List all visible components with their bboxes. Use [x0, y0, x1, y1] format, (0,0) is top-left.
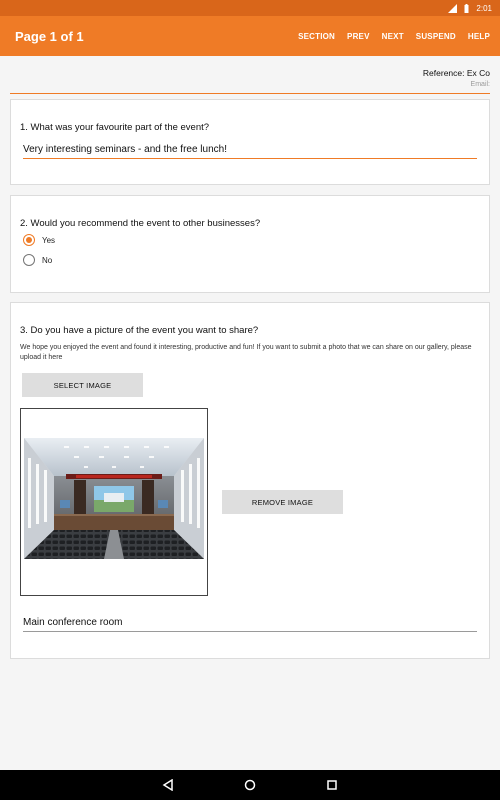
question-3-description: We hope you enjoyed the event and found … — [20, 344, 472, 361]
question-card-2: 2. Would you recommend the event to othe… — [10, 195, 490, 293]
reference-header: Reference: Ex Co Email: — [423, 68, 490, 88]
question-1-answer-input[interactable] — [23, 141, 477, 159]
battery-icon — [462, 3, 471, 13]
question-card-3: 3. Do you have a picture of the event yo… — [10, 302, 490, 659]
page-title: Page 1 of 1 — [15, 28, 84, 44]
email-label: Email: — [470, 81, 490, 88]
app-bar-actions: SECTION PREV NEXT SUSPEND HELP — [292, 28, 496, 45]
question-2-title: 2. Would you recommend the event to othe… — [20, 218, 261, 229]
app-bar: Page 1 of 1 SECTION PREV NEXT SUSPEND HE… — [0, 16, 500, 56]
image-preview-frame — [20, 408, 208, 596]
conference-room-photo — [24, 438, 204, 559]
question-3-title: 3. Do you have a picture of the event yo… — [20, 325, 259, 336]
header-divider — [10, 93, 490, 94]
prev-button[interactable]: PREV — [341, 28, 376, 45]
radio-yes-button[interactable] — [23, 234, 35, 246]
radio-option-yes[interactable]: Yes — [23, 234, 55, 246]
back-icon[interactable] — [161, 778, 175, 792]
section-button[interactable]: SECTION — [292, 28, 341, 45]
next-button[interactable]: NEXT — [376, 28, 410, 45]
home-icon[interactable] — [243, 778, 257, 792]
question-1-title: 1. What was your favourite part of the e… — [20, 122, 210, 133]
image-caption-input[interactable] — [23, 614, 477, 632]
select-image-button[interactable]: SELECT IMAGE — [22, 373, 143, 397]
suspend-button[interactable]: SUSPEND — [410, 28, 462, 45]
radio-option-no[interactable]: No — [23, 254, 52, 266]
radio-yes-label: Yes — [42, 235, 56, 245]
remove-image-button[interactable]: REMOVE IMAGE — [222, 490, 343, 514]
signal-icon — [448, 3, 458, 13]
status-time: 2:01 — [476, 3, 492, 13]
recents-icon[interactable] — [325, 778, 339, 792]
radio-no-label: No — [42, 255, 53, 265]
radio-selected-dot — [26, 237, 32, 243]
status-bar: 2:01 — [0, 0, 500, 16]
reference-label: Reference: Ex Co — [422, 68, 490, 78]
system-navigation-bar — [0, 770, 500, 800]
help-button[interactable]: HELP — [462, 28, 496, 45]
radio-no-button[interactable] — [23, 254, 35, 266]
question-card-1: 1. What was your favourite part of the e… — [10, 99, 490, 185]
